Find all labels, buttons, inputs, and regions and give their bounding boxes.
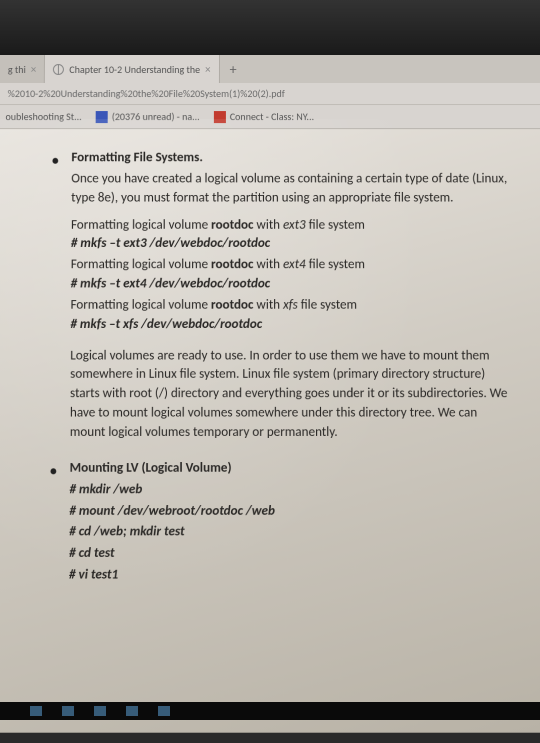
mount-explanation: Logical volumes are ready to use. In ord… xyxy=(70,347,513,443)
tab-label: Chapter 10-2 Understanding the xyxy=(69,62,200,75)
format-line-ext3: Formatting logical volume rootdoc with e… xyxy=(71,216,511,235)
url-text: %2010-2%20Understanding%20the%20File%20S… xyxy=(8,87,285,100)
taskbar-icon[interactable] xyxy=(30,706,42,716)
close-icon[interactable]: × xyxy=(205,62,211,75)
globe-icon xyxy=(53,63,64,74)
windows-taskbar[interactable] xyxy=(0,702,540,720)
command-mkfs-ext4: # mkfs –t ext4 /dev/webdoc/rootdoc xyxy=(71,275,512,294)
section-heading: Mounting LV (Logical Volume) xyxy=(70,459,513,478)
command-mkfs-xfs: # mkfs –t xfs /dev/webdoc/rootdoc xyxy=(70,316,512,335)
bookmark-label: Connect - Class: NY... xyxy=(230,110,314,123)
tab-previous[interactable]: g thi × xyxy=(0,55,45,83)
command-mount: # mount /dev/webroot/rootdoc /web xyxy=(69,502,513,521)
connect-icon xyxy=(214,111,226,123)
command-vi: # vi test1 xyxy=(69,566,514,585)
close-icon[interactable]: × xyxy=(31,62,37,75)
new-tab-button[interactable]: + xyxy=(220,60,247,77)
bookmark-label: (20376 unread) - na... xyxy=(112,110,200,123)
tab-bar: g thi × Chapter 10-2 Understanding the ×… xyxy=(0,55,540,83)
section-heading: Formatting File Systems. xyxy=(71,149,510,168)
tab-label: g thi xyxy=(8,62,26,75)
bookmark-connect[interactable]: Connect - Class: NY... xyxy=(214,110,314,123)
format-line-ext4: Formatting logical volume rootdoc with e… xyxy=(71,256,512,275)
monitor-bezel xyxy=(0,0,540,55)
intro-paragraph: Once you have created a logical volume a… xyxy=(71,170,511,208)
list-item: Formatting File Systems. Once you have c… xyxy=(48,149,513,443)
bookmarks-bar: oubleshooting St... (20376 unread) - na.… xyxy=(0,105,540,129)
url-bar[interactable]: %2010-2%20Understanding%20the%20File%20S… xyxy=(0,83,540,105)
command-cd-test: # cd test xyxy=(69,545,513,564)
browser-window: g thi × Chapter 10-2 Understanding the ×… xyxy=(0,55,540,733)
bookmark-mail[interactable]: (20376 unread) - na... xyxy=(96,110,200,123)
command-mkfs-ext3: # mkfs –t ext3 /dev/webdoc/rootdoc xyxy=(71,235,512,254)
taskbar-icon[interactable] xyxy=(158,706,170,716)
taskbar-icon[interactable] xyxy=(94,706,106,716)
mail-icon xyxy=(96,111,108,123)
bookmark-label: oubleshooting St... xyxy=(5,110,81,123)
taskbar-icon[interactable] xyxy=(62,706,74,716)
bookmark-troubleshooting[interactable]: oubleshooting St... xyxy=(5,110,81,123)
format-line-xfs: Formatting logical volume rootdoc with x… xyxy=(70,296,511,315)
command-cd-mkdir: # cd /web; mkdir test xyxy=(69,523,513,542)
photo-frame: g thi × Chapter 10-2 Understanding the ×… xyxy=(0,0,540,720)
list-item: Mounting LV (Logical Volume) # mkdir /we… xyxy=(47,459,514,585)
pdf-content: Formatting File Systems. Once you have c… xyxy=(0,129,540,733)
command-mkdir: # mkdir /web xyxy=(69,481,513,500)
taskbar-icon[interactable] xyxy=(126,706,138,716)
tab-active[interactable]: Chapter 10-2 Understanding the × xyxy=(45,55,219,83)
